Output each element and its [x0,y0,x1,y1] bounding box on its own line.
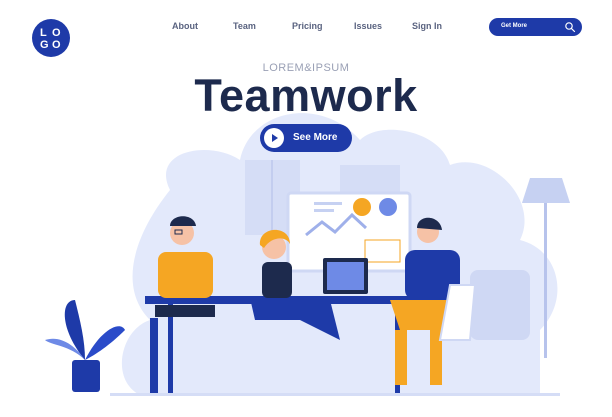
play-icon [272,134,278,142]
floor [110,393,560,396]
laptop-illustration [323,258,368,294]
page-title: Teamwork [194,70,418,121]
see-more-button[interactable]: See More [260,124,352,152]
plant-illustration [45,300,125,392]
play-icon-circle [264,128,284,148]
see-more-label: See More [293,132,338,143]
sofa [470,270,530,340]
